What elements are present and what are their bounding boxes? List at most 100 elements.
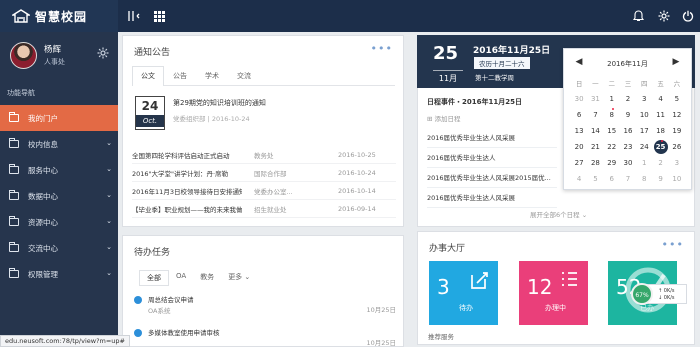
event-item[interactable]: 2016届优秀毕业生达人风采展 [427,188,557,208]
calendar-day[interactable]: 30 [571,95,587,103]
calendar-day[interactable]: 28 [587,159,603,167]
calendar-day[interactable]: 1 [604,95,620,110]
sidebar-item-my-portal[interactable]: 我的门户 [0,105,118,131]
calendar-day[interactable]: 4 [652,95,668,103]
sidebar-item-data-center[interactable]: 数据中心 ⌄ [0,183,118,209]
user-settings-icon[interactable] [97,47,109,59]
calendar-day[interactable]: 12 [669,111,685,119]
calendar-day[interactable]: 25 [653,140,668,154]
event-item[interactable]: 2016届优秀毕业生达人风采展2015届优... [427,168,557,188]
tab-all[interactable]: 全部 [139,270,169,286]
calendar-day[interactable]: 4 [571,175,587,183]
tab-exchange[interactable]: 交流 [228,66,260,85]
calendar-day[interactable]: 5 [669,95,685,103]
calendar-day[interactable]: 29 [604,159,620,167]
calendar-day[interactable]: 3 [636,95,652,103]
calendar-day[interactable]: 11 [652,111,668,119]
grid-icon [153,10,165,22]
sidebar-item-campus-info[interactable]: 校内信息 ⌄ [0,131,118,157]
list-item[interactable]: 【毕业季】职业规划——我的未来我做主 招生就业处 2016-09-14 [132,200,396,218]
calendar-day[interactable]: 24 [636,143,652,151]
weekday-label: 六 [673,80,681,88]
tab-academic[interactable]: 学术 [196,66,228,85]
calendar-day[interactable]: 16 [620,127,636,135]
calendar-day[interactable]: 7 [620,175,636,183]
folder-icon [9,164,19,174]
event-item[interactable]: 2016届优秀毕业生达人风采展 [427,128,557,148]
sidebar-item-service-center[interactable]: 服务中心 ⌄ [0,157,118,183]
sidebar-item-label: 校内信息 [28,139,58,149]
tab-oa[interactable]: OA [169,270,193,286]
add-event-button[interactable]: ⊞ 添加日程 [427,113,557,123]
calendar-day[interactable]: 26 [669,143,685,151]
tile-label: 办理中 [545,304,566,312]
list-item[interactable]: 全国第四轮学科评估启动正式启动 教务处 2016-10-25 [132,146,396,164]
calendar-day[interactable]: 3 [669,159,685,167]
chevron-down-icon: ⌄ [106,217,112,225]
notice-title[interactable]: 2016"大学堂"讲学计划：丹·席勒 [132,168,242,178]
notice-dept: 党委办公室... [254,187,293,196]
in-progress-tile[interactable]: 12 办理中 [519,261,588,325]
calendar-day[interactable]: 5 [587,175,603,183]
notifications-button[interactable] [624,0,652,32]
calendar-day[interactable]: 7 [587,111,603,119]
task-title[interactable]: 周总结会议申请 [148,294,194,304]
logout-button[interactable] [674,0,700,32]
calendar-day[interactable]: 6 [604,175,620,183]
app-logo[interactable]: 智慧校园 [0,0,118,32]
calendar-day[interactable]: 2 [620,95,636,103]
tab-announcements[interactable]: 公告 [164,66,196,85]
sidebar-item-label: 资源中心 [28,217,58,227]
calendar-day[interactable]: 17 [636,127,652,135]
calendar-day[interactable]: 10 [636,111,652,119]
more-options-icon[interactable]: ••• [371,42,393,55]
next-month-button[interactable]: ▶ [671,57,681,67]
calendar-day[interactable]: 20 [571,143,587,151]
calendar-day[interactable]: 9 [620,111,636,119]
tab-academic-affairs[interactable]: 教务 [193,270,221,286]
app-grid-button[interactable] [145,0,173,32]
calendar-day[interactable]: 15 [604,127,620,135]
calendar-day[interactable]: 18 [652,127,668,142]
sidebar-item-permission-management[interactable]: 权限管理 ⌄ [0,261,118,287]
calendar-day[interactable]: 21 [587,143,603,151]
network-speed-widget[interactable]: 67% ↑ 0K/s ↓ 0K/s [631,283,687,305]
calendar-day[interactable]: 1 [636,159,652,167]
notice-title[interactable]: 全国第四轮学科评估启动正式启动 [132,150,242,160]
calendar-day[interactable]: 19 [669,127,685,135]
more-options-icon[interactable]: ••• [662,238,684,251]
featured-notice-title[interactable]: 第29期党的知识培训班的通知 [173,98,266,108]
power-icon [682,10,694,22]
calendar-day[interactable]: 23 [620,143,636,151]
tile-count: 12 [527,275,553,299]
tab-more[interactable]: 更多 ⌄ [221,270,257,286]
calendar-day[interactable]: 2 [652,159,668,167]
calendar-day[interactable]: 30 [620,159,636,167]
calendar-day[interactable]: 9 [652,175,668,183]
calendar-day[interactable]: 22 [604,143,620,151]
event-item[interactable]: 2016届优秀毕业生达人 [427,148,557,168]
calendar-day[interactable]: 27 [571,159,587,167]
list-item[interactable]: 2016年11月3日校领导接待日安排通知 党委办公室... 2016-10-14 [132,182,396,200]
task-title[interactable]: 多媒体教室使用申请审核 [148,327,220,337]
expand-all-events-button[interactable]: 展开全部6个日程 ⌄ [530,209,587,219]
notice-title[interactable]: 2016年11月3日校领导接待日安排通知 [132,186,242,196]
calendar-day[interactable]: 13 [571,127,587,135]
sidebar-item-exchange-center[interactable]: 交流中心 ⌄ [0,235,118,261]
calendar-day[interactable]: 31 [587,95,603,103]
notice-title[interactable]: 【毕业季】职业规划——我的未来我做主 [132,204,242,214]
list-item[interactable]: 2016"大学堂"讲学计划：丹·席勒 国际合作部 2016-10-24 [132,164,396,182]
avatar[interactable] [10,41,37,69]
sidebar-item-resource-center[interactable]: 资源中心 ⌄ [0,209,118,235]
pending-tile[interactable]: 3 待办 [429,261,498,325]
collapse-menu-button[interactable] [120,0,148,32]
folder-icon [9,190,19,200]
calendar-day[interactable]: 8 [636,175,652,183]
calendar-grid: 日 一 二 三 四 五 六 30 31 1 2 3 4 5 6 7 8 9 10 11 12 13 14 15 1… [571,75,685,187]
calendar-day[interactable]: 10 [669,175,685,183]
calendar-day[interactable]: 6 [571,111,587,119]
calendar-week-row: 30 31 1 2 3 4 5 [571,91,685,110]
calendar-day[interactable]: 8 [604,111,620,119]
calendar-day[interactable]: 14 [587,127,603,135]
tab-official-docs[interactable]: 公文 [132,66,164,86]
